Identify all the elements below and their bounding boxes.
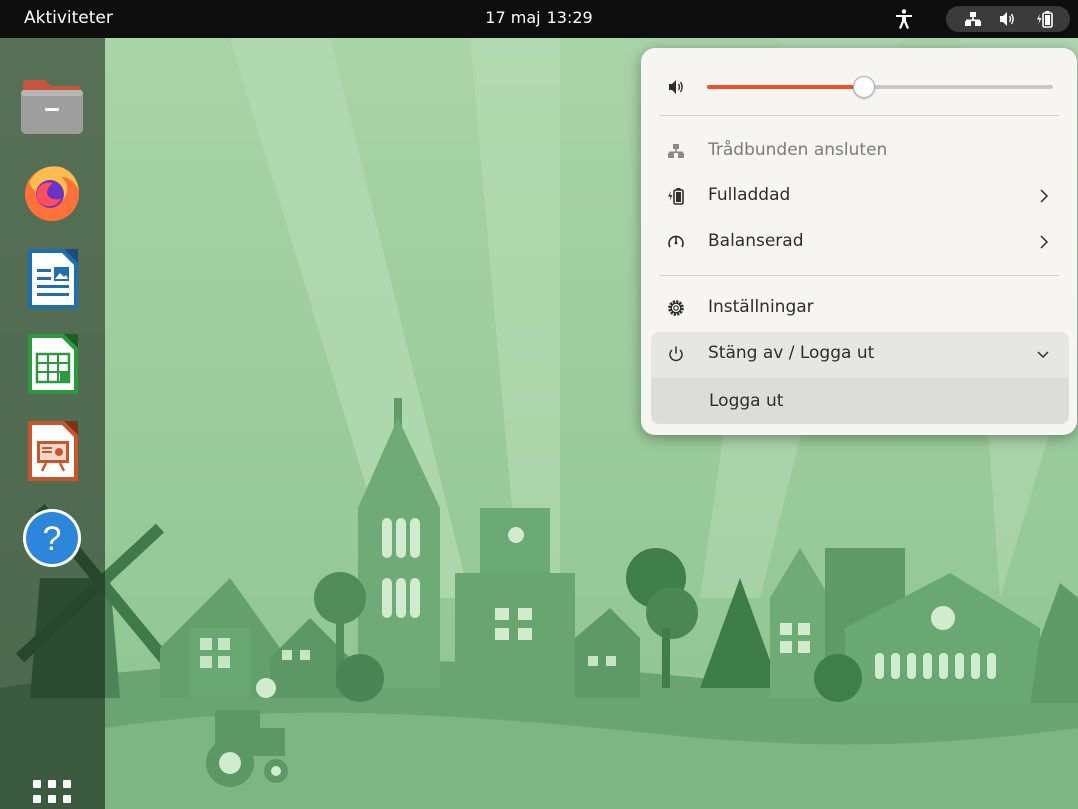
show-apps-button[interactable] <box>33 780 73 809</box>
menu-separator <box>659 275 1059 276</box>
firefox-icon <box>25 166 79 221</box>
network-wired-icon <box>668 144 684 158</box>
volume-icon <box>1000 12 1014 26</box>
top-bar: Aktiviteter 17 maj 13:29 <box>0 0 1078 38</box>
settings-label: Inställningar <box>708 297 814 317</box>
accessibility-icon[interactable] <box>893 8 915 30</box>
help-icon: ? <box>23 509 81 567</box>
battery-row[interactable]: Fulladdad <box>651 174 1069 218</box>
power-mode-row[interactable]: Balanserad <box>651 220 1069 264</box>
files-icon <box>21 80 83 134</box>
clock-date: 17 maj <box>485 8 541 27</box>
grid-icon <box>33 780 41 788</box>
volume-slider[interactable] <box>707 76 1053 98</box>
clock-time: 13:29 <box>546 8 593 27</box>
log-out-menu-item[interactable]: Logga ut <box>651 378 1069 424</box>
network-wired-icon <box>965 12 981 26</box>
settings-row[interactable]: Inställningar <box>651 286 1069 330</box>
system-status-button[interactable] <box>946 6 1070 32</box>
log-out-label: Logga ut <box>709 391 784 411</box>
libreoffice-writer-icon <box>28 249 78 309</box>
battery-status-label: Fulladdad <box>708 185 791 205</box>
chevron-down-icon <box>1037 351 1049 359</box>
power-off-label: Stäng av / Logga ut <box>708 343 875 363</box>
menu-separator <box>659 115 1059 116</box>
dock-item-files[interactable] <box>16 70 88 142</box>
libreoffice-calc-icon <box>28 334 78 394</box>
network-status-label: Trådbunden ansluten <box>708 140 888 160</box>
network-row[interactable]: Trådbunden ansluten <box>651 129 1069 173</box>
libreoffice-impress-icon <box>28 421 78 481</box>
power-off-row[interactable]: Stäng av / Logga ut <box>651 332 1069 378</box>
dock-item-libreoffice-impress[interactable] <box>16 415 88 487</box>
dock-item-libreoffice-writer[interactable] <box>16 243 88 315</box>
battery-charging-icon <box>1037 11 1053 28</box>
gear-icon <box>668 300 684 316</box>
chevron-right-icon <box>1040 189 1049 203</box>
power-icon <box>669 346 683 362</box>
volume-slider-handle[interactable] <box>853 76 875 98</box>
power-profile-icon <box>668 235 684 248</box>
battery-charging-icon <box>668 188 684 205</box>
help-glyph: ? <box>43 520 62 558</box>
power-mode-label: Balanserad <box>708 231 804 251</box>
dock: ? <box>0 38 105 809</box>
system-menu: Trådbunden ansluten Fulladdad Balanserad <box>641 48 1077 435</box>
volume-icon[interactable] <box>667 78 685 96</box>
dock-item-firefox[interactable] <box>16 156 88 228</box>
dock-item-help[interactable]: ? <box>16 502 88 574</box>
volume-slider-fill <box>707 85 864 89</box>
chevron-right-icon <box>1040 235 1049 249</box>
dock-item-libreoffice-calc[interactable] <box>16 328 88 400</box>
date-time-button[interactable]: 17 maj 13:29 <box>0 8 1078 27</box>
